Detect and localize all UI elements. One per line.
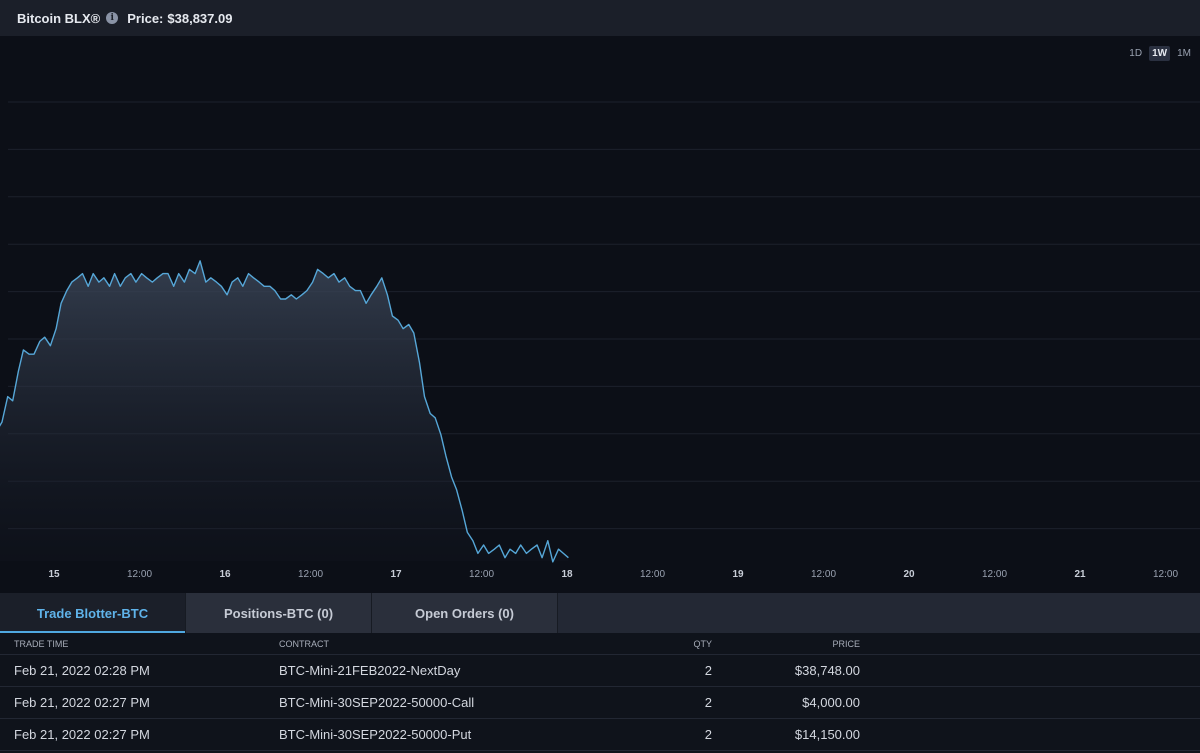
tab-bar-spacer [558, 593, 1200, 633]
x-tick-label: 18 [561, 569, 573, 580]
price-cell: $4,000.00 [802, 695, 860, 710]
tab-bar: Trade Blotter-BTC Positions-BTC (0) Open… [0, 593, 1200, 633]
x-tick-label: 21 [1074, 569, 1086, 580]
table-row[interactable]: Feb 21, 2022 02:27 PM BTC-Mini-30SEP2022… [0, 687, 1200, 719]
range-button-1w[interactable]: 1W [1149, 46, 1171, 61]
trade-time-cell: Feb 21, 2022 02:28 PM [14, 663, 150, 678]
price-cell: $14,150.00 [794, 727, 860, 742]
trade-blotter-table: TRADE TIME CONTRACT QTY PRICE Feb 21, 20… [0, 633, 1200, 753]
range-selector: 1D 1W 1M [1126, 46, 1194, 61]
x-tick-label: 12:00 [298, 569, 323, 580]
range-button-1d[interactable]: 1D [1126, 46, 1145, 61]
x-axis: 15 12:00 16 12:00 17 12:00 18 12:00 19 12:00 20 12:… [48, 569, 1178, 580]
x-tick-label: 12:00 [640, 569, 665, 580]
x-tick-label: 15 [48, 569, 60, 580]
x-tick-label: 16 [219, 569, 231, 580]
column-header-price[interactable]: PRICE [730, 639, 860, 649]
contract-cell: BTC-Mini-21FEB2022-NextDay [279, 663, 461, 678]
price-chart[interactable]: 1D 1W 1M 15 12:00 16 12:00 17 12:00 18 12:00 19 1… [0, 36, 1200, 593]
x-tick-label: 12:00 [811, 569, 836, 580]
price-value: $38,837.09 [167, 10, 233, 26]
range-button-1m[interactable]: 1M [1174, 46, 1194, 61]
price-area [0, 260, 569, 562]
instrument-title: Bitcoin BLX® [17, 10, 101, 26]
qty-cell: 2 [704, 663, 712, 678]
column-header-contract[interactable]: CONTRACT [279, 639, 329, 649]
header-bar: Bitcoin BLX® i Price: $38,837.09 [0, 0, 1200, 36]
price-cell: $38,748.00 [794, 663, 860, 678]
table-row[interactable]: Feb 21, 2022 02:28 PM BTC-Mini-21FEB2022… [0, 655, 1200, 687]
trade-time-cell: Feb 21, 2022 02:27 PM [14, 727, 150, 742]
tab-positions[interactable]: Positions-BTC (0) [186, 593, 372, 633]
contract-cell: BTC-Mini-30SEP2022-50000-Call [279, 695, 475, 710]
info-icon[interactable]: i [106, 12, 119, 24]
price-label: Price: [127, 10, 164, 26]
column-header-qty[interactable]: QTY [650, 639, 712, 649]
x-tick-label: 12:00 [1153, 569, 1178, 580]
tab-open-orders[interactable]: Open Orders (0) [372, 593, 558, 633]
x-tick-label: 20 [903, 569, 915, 580]
table-row[interactable]: Feb 21, 2022 02:27 PM BTC-Mini-30SEP2022… [0, 719, 1200, 751]
table-header: TRADE TIME CONTRACT QTY PRICE [0, 633, 1200, 655]
price-display: Price: $38,837.09 [127, 11, 232, 26]
chart-series [0, 260, 569, 563]
qty-cell: 2 [704, 727, 712, 742]
contract-cell: BTC-Mini-30SEP2022-50000-Put [279, 727, 472, 742]
x-tick-label: 12:00 [469, 569, 494, 580]
x-tick-label: 12:00 [982, 569, 1007, 580]
qty-cell: 2 [704, 695, 712, 710]
trade-time-cell: Feb 21, 2022 02:27 PM [14, 695, 150, 710]
chart-svg: 15 12:00 16 12:00 17 12:00 18 12:00 19 12:00 20 12:… [0, 101, 1200, 580]
tab-trade-blotter[interactable]: Trade Blotter-BTC [0, 593, 186, 633]
column-header-trade-time[interactable]: TRADE TIME [14, 639, 68, 649]
x-tick-label: 19 [732, 569, 744, 580]
x-tick-label: 12:00 [127, 569, 152, 580]
x-tick-label: 17 [390, 569, 402, 580]
